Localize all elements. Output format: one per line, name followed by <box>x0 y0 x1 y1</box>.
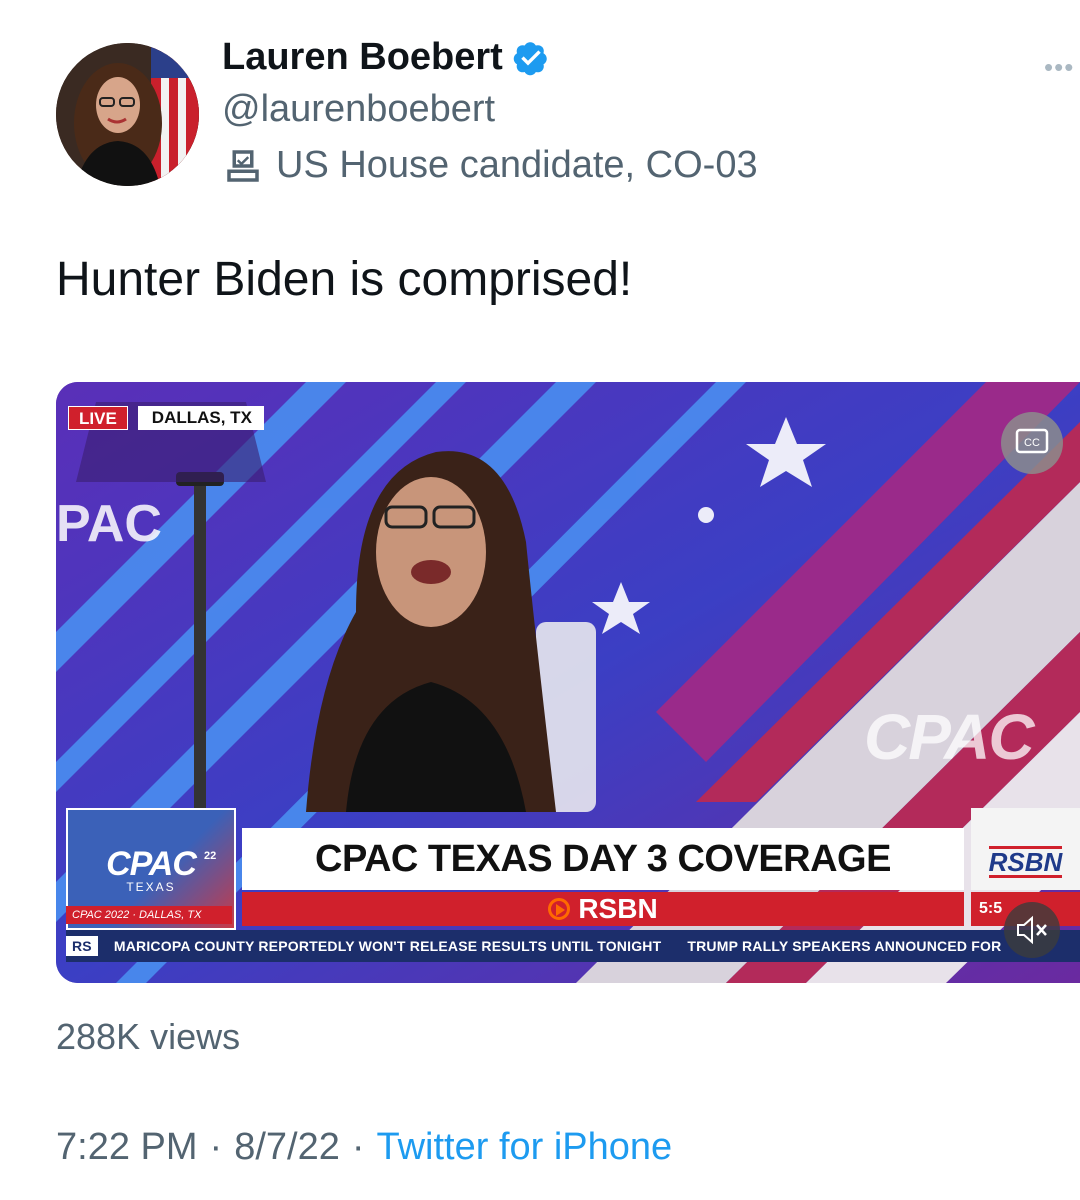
tweet-text: Hunter Biden is comprised! <box>56 253 633 306</box>
broadcast-headline: CPAC TEXAS DAY 3 COVERAGE <box>242 828 964 890</box>
author-label: US House candidate, CO-03 <box>276 144 758 186</box>
live-badge: LIVE DALLAS, TX <box>68 406 264 430</box>
ticker-tag: RS <box>66 936 98 956</box>
muted-speaker-icon <box>1017 915 1047 945</box>
news-ticker: RS MARICOPA COUNTY REPORTEDLY WON'T RELE… <box>66 930 1080 962</box>
ticker-item: TRUMP RALLY SPEAKERS ANNOUNCED FOR <box>687 938 1002 954</box>
author-label-row: US House candidate, CO-03 <box>222 144 758 187</box>
author-name[interactable]: Lauren Boebert <box>222 36 503 79</box>
tweet-footer: 7:22 PM · 8/7/22 · Twitter for iPhone <box>56 1126 672 1169</box>
author-avatar[interactable] <box>56 43 199 186</box>
broadcast-subline: RSBN <box>242 892 964 926</box>
view-count: 288K views <box>56 1016 241 1057</box>
svg-text:CC: CC <box>1024 437 1040 449</box>
separator: · <box>209 1126 223 1168</box>
closed-captions-icon: CC <box>1015 428 1049 454</box>
broadcast-subline-text: RSBN <box>578 893 658 924</box>
tweet-time[interactable]: 7:22 PM <box>56 1126 198 1169</box>
live-label: LIVE <box>68 406 128 430</box>
broadcast-lower-third: CPAC TEXAS 22 CPAC 2022 · DALLAS, TX CPA… <box>66 808 1080 968</box>
tweet-source-link[interactable]: Twitter for iPhone <box>377 1126 673 1169</box>
author-name-row[interactable]: Lauren Boebert <box>222 36 549 79</box>
cpac-logo-text: CPAC <box>106 844 197 883</box>
separator: · <box>351 1126 365 1168</box>
cpac-logo-year: 22 <box>204 850 217 862</box>
rsbn-logo: RSBN <box>988 846 1063 878</box>
cpac-logo-sub: TEXAS <box>126 879 176 894</box>
bg-sign-text: PAC <box>56 495 162 553</box>
verified-badge-icon <box>513 41 547 75</box>
tweet-date[interactable]: 8/7/22 <box>234 1126 340 1169</box>
play-circle-icon <box>548 898 571 920</box>
more-options-icon[interactable]: ••• <box>1044 52 1074 83</box>
cpac-watermark: CPAC <box>864 701 1035 773</box>
location-label: DALLAS, TX <box>137 406 264 430</box>
author-handle[interactable]: @laurenboebert <box>222 88 495 131</box>
rsbn-logo-box: RSBN <box>971 808 1080 890</box>
ballot-box-icon <box>227 149 259 182</box>
video-player[interactable]: PAC CPAC LIVE DALLAS, TX CC CPAC TEXAS 2… <box>56 382 1080 983</box>
closed-captions-button[interactable]: CC <box>1001 412 1063 474</box>
tweet-card: Lauren Boebert ••• @laurenboebert US Hou… <box>0 0 1080 1200</box>
ticker-item: MARICOPA COUNTY REPORTEDLY WON'T RELEASE… <box>113 938 662 954</box>
mute-button[interactable] <box>1004 902 1060 958</box>
cpac-logo-caption: CPAC 2022 · DALLAS, TX <box>66 906 232 924</box>
avatar-image <box>56 43 199 186</box>
